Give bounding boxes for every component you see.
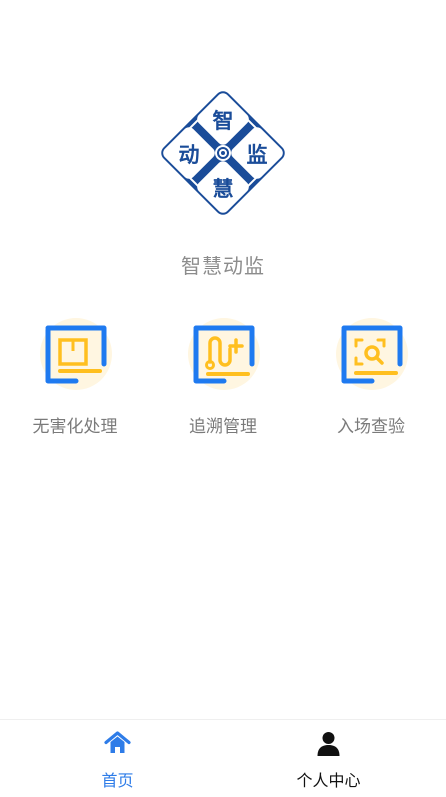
menu-item-label: 追溯管理 [189,417,257,437]
logo-char-bottom: 慧 [213,176,234,201]
menu-item-label: 无害化处理 [32,417,118,437]
scan-inspect-icon [336,318,408,390]
app-title: 智慧动监 [181,254,265,278]
function-menu: 无害化处理 追溯管理 入场查验 [0,316,446,446]
logo-char-top: 智 [213,108,234,133]
trace-route-icon [188,318,260,390]
tab-label-home: 首页 [101,771,134,790]
app-logo: 智 动 监 慧 [161,91,285,215]
home-icon [104,731,131,753]
menu-item-entry-inspection[interactable]: 入场查验 [296,316,446,440]
logo-char-right: 监 [247,142,268,167]
tab-home[interactable]: 首页 [6,720,229,797]
menu-item-harmless-treatment[interactable]: 无害化处理 [0,316,150,440]
document-box-icon [40,318,112,390]
tab-profile[interactable]: 个人中心 [217,720,440,797]
tab-label-profile: 个人中心 [296,771,361,790]
logo-char-left: 动 [179,142,200,167]
user-icon [317,732,340,756]
menu-item-traceability[interactable]: 追溯管理 [148,316,298,440]
bottom-tab-bar: 首页 个人中心 [0,719,446,797]
menu-item-label: 入场查验 [337,417,405,437]
